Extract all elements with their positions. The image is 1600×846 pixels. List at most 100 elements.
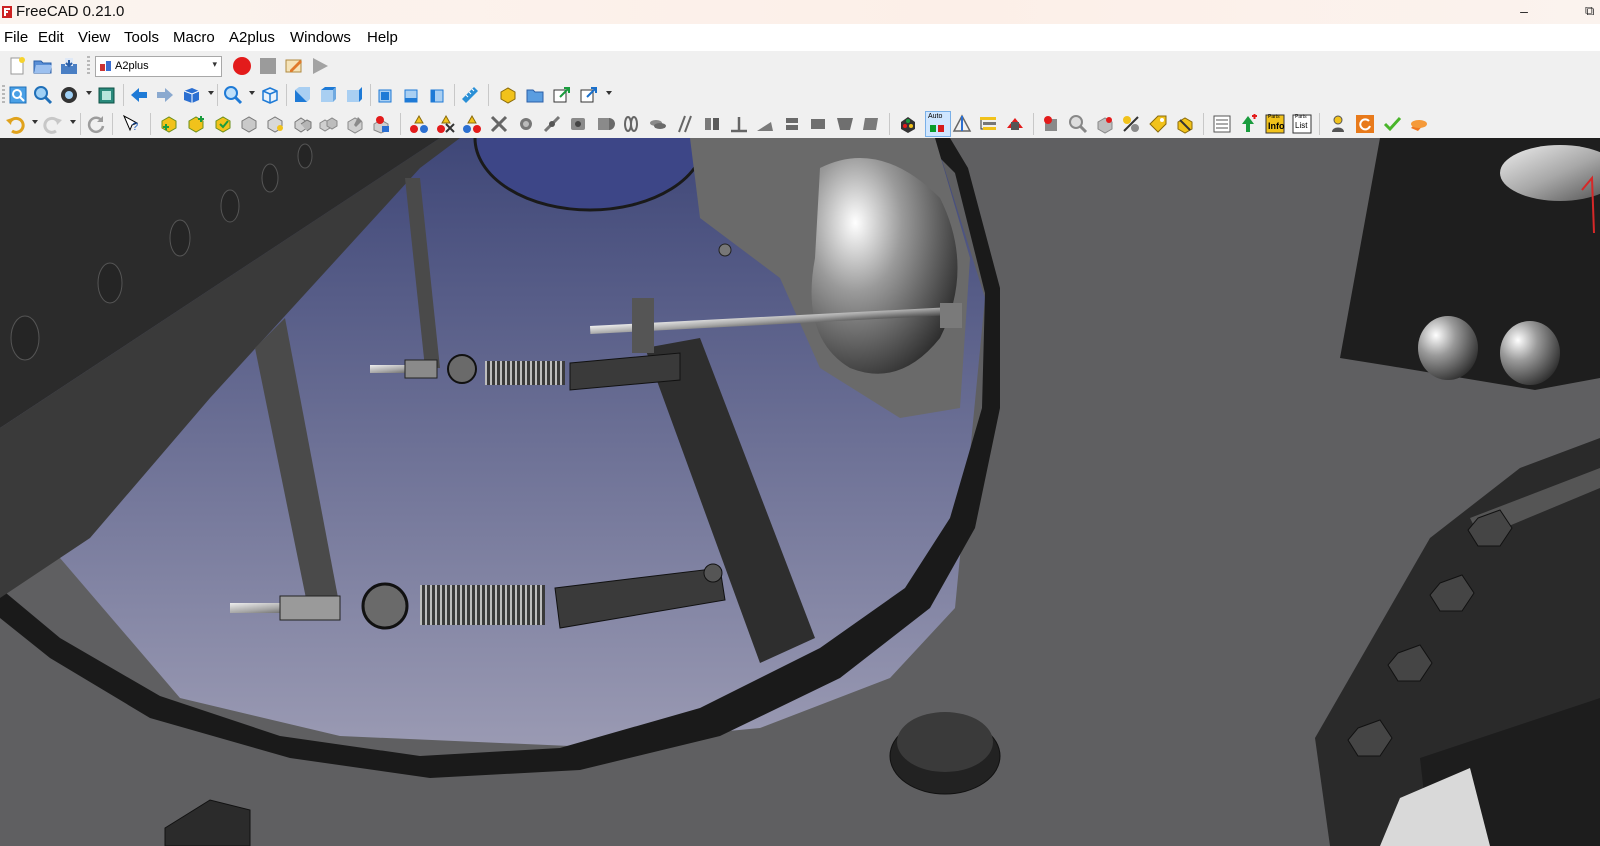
upper-spring-nut[interactable] <box>404 359 438 379</box>
simple-constraint-button[interactable] <box>345 114 365 134</box>
draw-style-button[interactable] <box>59 85 79 105</box>
macro-execute-button[interactable] <box>310 56 330 76</box>
center-of-mass-button[interactable] <box>861 114 881 134</box>
minimize-button[interactable]: – <box>1512 1 1536 21</box>
top-view-button[interactable] <box>318 85 338 105</box>
assembly-3d-scene[interactable] <box>0 138 1600 846</box>
add-part-button[interactable] <box>159 114 179 134</box>
new-document-button[interactable] <box>7 56 27 76</box>
restore-button[interactable]: ⧉ <box>1585 1 1600 21</box>
upper-spring[interactable] <box>485 361 565 385</box>
lower-spring[interactable] <box>420 585 545 625</box>
update-imported-parts-button[interactable] <box>213 114 233 134</box>
circular-edge-button[interactable] <box>621 114 641 134</box>
delete-selected-button[interactable] <box>489 114 509 134</box>
axis-parallel-button[interactable] <box>675 114 695 134</box>
assembly-cutter-button[interactable] <box>1175 114 1195 134</box>
upper-clevis[interactable] <box>447 354 477 384</box>
edit-part-button[interactable] <box>265 114 285 134</box>
search-constraint-button[interactable] <box>1068 114 1088 134</box>
point-identity-button[interactable] <box>516 114 536 134</box>
toolbar-grip[interactable] <box>2 85 5 105</box>
isometric-view-button[interactable] <box>260 85 280 105</box>
axis-plane-parallel-button[interactable] <box>702 114 722 134</box>
forward-button[interactable] <box>155 85 175 105</box>
front-view-button[interactable] <box>292 85 312 105</box>
workbench-info-button[interactable] <box>1328 114 1348 134</box>
fit-all-button[interactable] <box>8 85 28 105</box>
refresh-button[interactable] <box>86 114 106 134</box>
check-button[interactable] <box>1382 114 1402 134</box>
macro-edit-button[interactable] <box>284 56 304 76</box>
flip-constraint-button[interactable] <box>952 114 972 134</box>
axis-plane-normal-button[interactable] <box>729 114 749 134</box>
zoom-button[interactable] <box>223 85 243 105</box>
sphere-center-button[interactable] <box>595 114 615 134</box>
standard-views-button[interactable] <box>181 85 201 105</box>
add-part-copy-button[interactable] <box>186 114 206 134</box>
rear-view-button[interactable] <box>376 85 396 105</box>
reload-button[interactable] <box>1355 114 1375 134</box>
parts-info-button[interactable]: Parts Info <box>1265 114 1285 134</box>
3d-viewport[interactable] <box>0 138 1600 846</box>
rubber-button[interactable] <box>1409 114 1429 134</box>
angled-planes-button[interactable] <box>835 114 855 134</box>
parts-library-button[interactable] <box>1212 114 1232 134</box>
create-group-button[interactable] <box>525 85 545 105</box>
menu-windows[interactable]: Windows <box>290 29 351 46</box>
save-document-button[interactable] <box>59 56 79 76</box>
convert-part-button[interactable] <box>292 114 312 134</box>
constraint-viewer-button[interactable] <box>371 114 391 134</box>
duplicate-part-button[interactable] <box>239 114 259 134</box>
touch-document-button[interactable] <box>1095 114 1115 134</box>
right-view-button[interactable] <box>344 85 364 105</box>
move-part-button[interactable] <box>318 114 338 134</box>
chevron-down-icon[interactable] <box>208 91 214 95</box>
menu-tools[interactable]: Tools <box>124 29 159 46</box>
chevron-down-icon[interactable] <box>32 120 38 124</box>
menu-file[interactable]: File <box>4 29 28 46</box>
chevron-down-icon[interactable] <box>70 120 76 124</box>
chevron-down-icon[interactable] <box>249 91 255 95</box>
point-on-line-button[interactable] <box>542 114 562 134</box>
mirror-part-button[interactable] <box>1121 114 1141 134</box>
make-link-button[interactable] <box>552 85 572 105</box>
menu-macro[interactable]: Macro <box>173 29 215 46</box>
rod-clamp[interactable] <box>632 298 654 353</box>
toolbar-grip[interactable] <box>87 56 90 76</box>
label-button[interactable] <box>1148 114 1168 134</box>
link-actions-button[interactable] <box>579 85 599 105</box>
planes-parallel-button[interactable] <box>782 114 802 134</box>
chevron-down-icon[interactable] <box>606 91 612 95</box>
open-document-button[interactable] <box>33 56 53 76</box>
undo-button[interactable] <box>5 114 25 134</box>
fit-selection-button[interactable] <box>33 85 53 105</box>
auto-solve-toggle[interactable]: Auto <box>925 111 951 137</box>
lower-spring-nut[interactable] <box>279 595 341 621</box>
toggle-autosolve-button[interactable] <box>462 114 482 134</box>
axial-constraint-button[interactable] <box>648 114 668 134</box>
macro-record-button[interactable] <box>232 56 252 76</box>
rod-end-block[interactable] <box>940 303 962 328</box>
measure-distance-button[interactable] <box>460 85 480 105</box>
solve-constraints-button[interactable] <box>409 114 429 134</box>
chevron-down-icon[interactable] <box>86 91 92 95</box>
whats-this-button[interactable]: ? <box>121 114 141 134</box>
menu-help[interactable]: Help <box>367 29 398 46</box>
lower-clevis[interactable] <box>361 582 409 630</box>
create-part-button[interactable] <box>498 85 518 105</box>
workbench-selector[interactable]: A2plus ▾ <box>95 56 222 77</box>
delete-constraints-button[interactable] <box>436 114 456 134</box>
redo-button[interactable] <box>43 114 63 134</box>
add-sub-assembly-button[interactable] <box>1238 114 1258 134</box>
show-connected-button[interactable] <box>1005 114 1025 134</box>
right-block-knob-2[interactable] <box>1500 321 1560 385</box>
plane-angle-button[interactable] <box>755 114 775 134</box>
menu-view[interactable]: View <box>78 29 110 46</box>
point-on-plane-button[interactable] <box>568 114 588 134</box>
right-block-knob-1[interactable] <box>1418 316 1478 380</box>
plane-coincident-button[interactable] <box>808 114 828 134</box>
bottom-view-button[interactable] <box>402 85 422 105</box>
back-button[interactable] <box>129 85 149 105</box>
parts-list-button[interactable]: Parts List <box>1292 114 1312 134</box>
